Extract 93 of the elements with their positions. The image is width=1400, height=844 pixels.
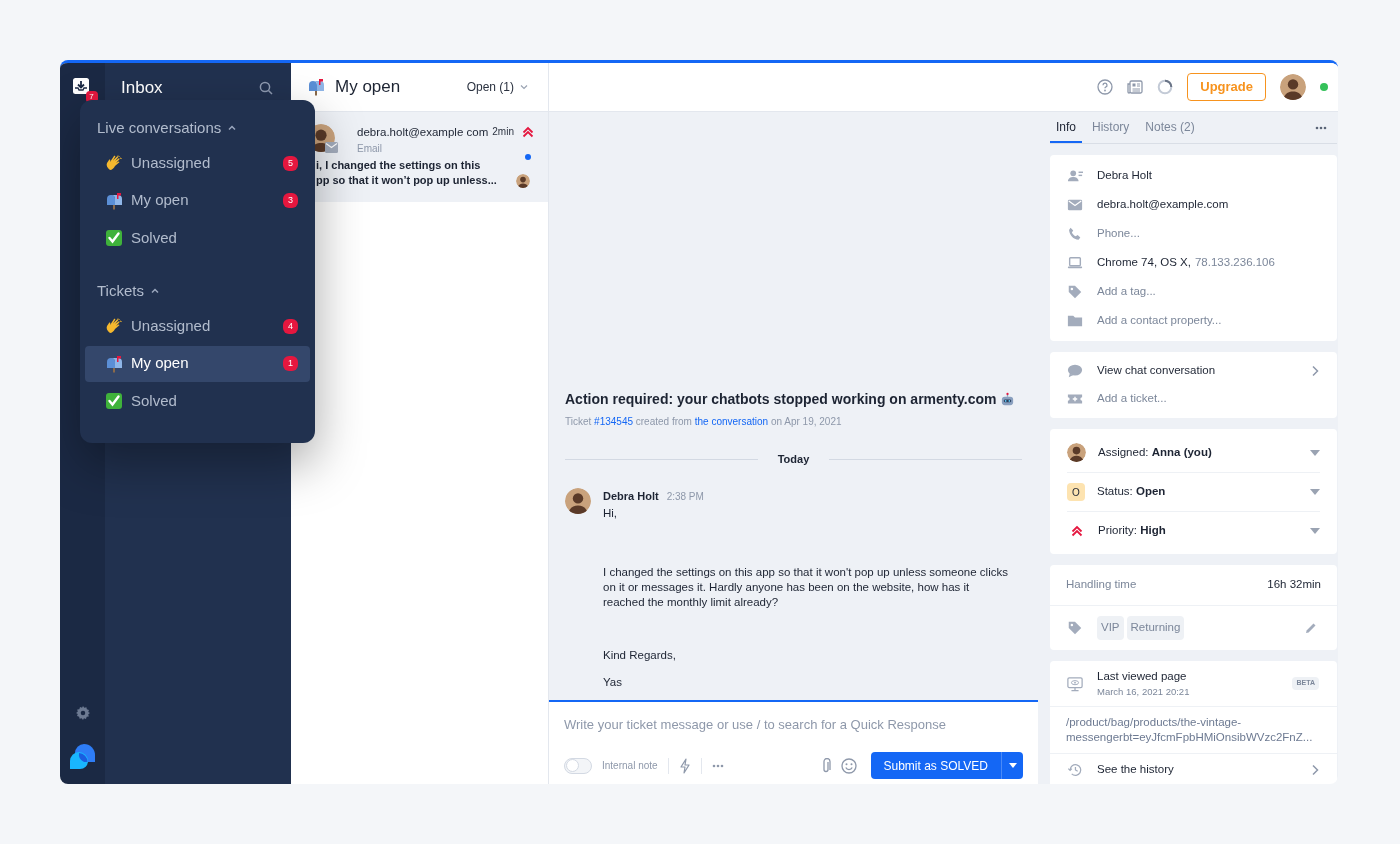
paperclip-icon[interactable] — [820, 757, 831, 774]
menu-item[interactable]: Unassigned 4 — [85, 308, 310, 344]
caret-down-icon — [1310, 489, 1320, 495]
history-icon — [1067, 762, 1083, 778]
lightning-icon[interactable] — [678, 757, 691, 774]
sender-avatar — [565, 487, 591, 514]
user-avatar — [1280, 74, 1306, 100]
message-field[interactable]: Write your ticket message or use / to search for a Quick Response — [564, 714, 1023, 734]
channel-label: Email — [357, 142, 383, 157]
property-dropdown[interactable]: Priority: High — [1067, 511, 1320, 550]
pencil-icon[interactable] — [1305, 622, 1317, 634]
tab[interactable]: Info — [1050, 112, 1082, 143]
logo-icon[interactable] — [68, 742, 97, 770]
caret-down-icon — [1008, 763, 1017, 768]
link-text[interactable]: Add a ticket... — [1097, 390, 1167, 408]
mailbox-icon — [307, 78, 325, 96]
mailbox-icon — [105, 191, 123, 210]
message-text: Kind Regards, — [603, 648, 677, 663]
contact-field[interactable]: Add a tag... — [1097, 282, 1156, 301]
more-icon[interactable] — [711, 763, 724, 768]
menu-item[interactable]: Solved — [85, 220, 310, 256]
author-name: Debra Holt — [603, 488, 659, 504]
history-link[interactable]: See the history — [1050, 754, 1337, 784]
caret-down-icon — [1310, 528, 1320, 534]
more-icon[interactable] — [1315, 126, 1327, 130]
contact-field[interactable]: Add a contact property... — [1097, 311, 1222, 330]
chevron-up-icon — [227, 123, 238, 133]
sender-address: debra.holt@example com — [357, 125, 490, 140]
sidebar-title: Inbox — [121, 76, 163, 99]
chat-bubble-icon — [1067, 363, 1083, 379]
field-label: Handling time — [1066, 577, 1137, 593]
date-label: March 16, 2021 20:21 — [1097, 685, 1190, 699]
ticket-meta: Ticket #134545 created from the conversation on Apr 19, 2021 — [565, 415, 843, 429]
phone-icon — [1067, 225, 1083, 242]
inbox-icon[interactable] — [71, 77, 90, 95]
count-badge: 3 — [283, 193, 298, 208]
tag-icon — [1067, 620, 1083, 636]
filter-dropdown[interactable]: Open (1) — [466, 78, 528, 96]
section-header[interactable]: Tickets — [85, 280, 160, 302]
ip-address: 78.133.236.106 — [1194, 254, 1275, 270]
waving-hand-icon — [105, 317, 123, 335]
section-header[interactable]: Live conversations — [85, 117, 238, 139]
assignee-avatar — [1067, 443, 1086, 462]
checkbox-icon — [105, 392, 123, 410]
conversation-link[interactable]: the conversation — [694, 416, 769, 427]
menu-item[interactable]: My open 1 — [85, 345, 310, 382]
link-text: View chat conversation — [1097, 363, 1216, 379]
ticket-title: Action required: your chatbots stopped working on armenty.com — [565, 390, 997, 409]
laptop-icon — [1067, 254, 1083, 271]
chevron-down-icon — [520, 84, 528, 90]
caret-down-icon — [1310, 449, 1320, 456]
column-title: My open — [335, 76, 401, 99]
message-time: 2:38 PM — [666, 489, 704, 504]
message-preview: i, I changed the settings on this pp so that it won’t pop up unless... — [316, 158, 497, 188]
ticket-link[interactable]: #134545 — [594, 416, 633, 427]
robot-icon — [1000, 392, 1016, 407]
message-text: Yas — [603, 675, 623, 690]
property-dropdown[interactable]: O Status: Open — [1067, 472, 1320, 511]
page-url[interactable]: /product/bag/products/the-vintage- messengerbt=eyJfcmFpbHMiOnsibWVzc2FnZ... — [1050, 707, 1337, 754]
message-text: I changed the settings on this app so that it won't pop up unless someone clicks on it or messages it. Hardly anyone has been on the website, how has it reached the monthly limit already? — [603, 565, 1009, 610]
contact-field: debra.holt@example.com — [1097, 195, 1229, 214]
property-dropdown[interactable]: Assigned: Anna (you) — [1067, 433, 1320, 472]
mailbox-icon — [105, 354, 123, 373]
status-badge: O — [1067, 483, 1085, 501]
card-title: Last viewed page — [1097, 668, 1188, 684]
date-divider: Today — [777, 452, 810, 467]
time-label: 2min — [492, 125, 514, 139]
tag-icon — [1067, 283, 1083, 300]
help-icon[interactable] — [1097, 79, 1114, 95]
count-badge: 4 — [283, 318, 298, 334]
internal-note-toggle[interactable] — [564, 757, 592, 774]
progress-ring-icon[interactable] — [1157, 79, 1174, 95]
contact-field: Chrome 74, OS X, — [1097, 253, 1191, 272]
field-value: 16h 32min — [1267, 577, 1321, 593]
emoji-icon[interactable] — [840, 757, 857, 774]
priority-icon — [1070, 525, 1083, 537]
search-icon[interactable] — [259, 80, 273, 95]
message-text: Hi, — [603, 506, 619, 521]
chevron-right-icon — [1311, 764, 1319, 776]
contact-field: Debra Holt — [1097, 166, 1152, 185]
mail-icon — [325, 142, 338, 153]
toggle-label: Internal note — [602, 759, 658, 773]
assignee-avatar — [516, 174, 530, 188]
waving-hand-icon — [105, 154, 123, 172]
contact-field[interactable]: Phone... — [1097, 224, 1140, 243]
newspaper-icon[interactable] — [1127, 79, 1144, 95]
checkbox-icon — [105, 229, 123, 247]
menu-item[interactable]: Solved — [85, 383, 310, 419]
count-badge: 1 — [283, 356, 298, 371]
monitor-icon — [1067, 675, 1083, 692]
chevron-up-icon — [149, 286, 160, 296]
settings-icon[interactable] — [75, 706, 90, 720]
count-badge: 5 — [283, 155, 298, 171]
